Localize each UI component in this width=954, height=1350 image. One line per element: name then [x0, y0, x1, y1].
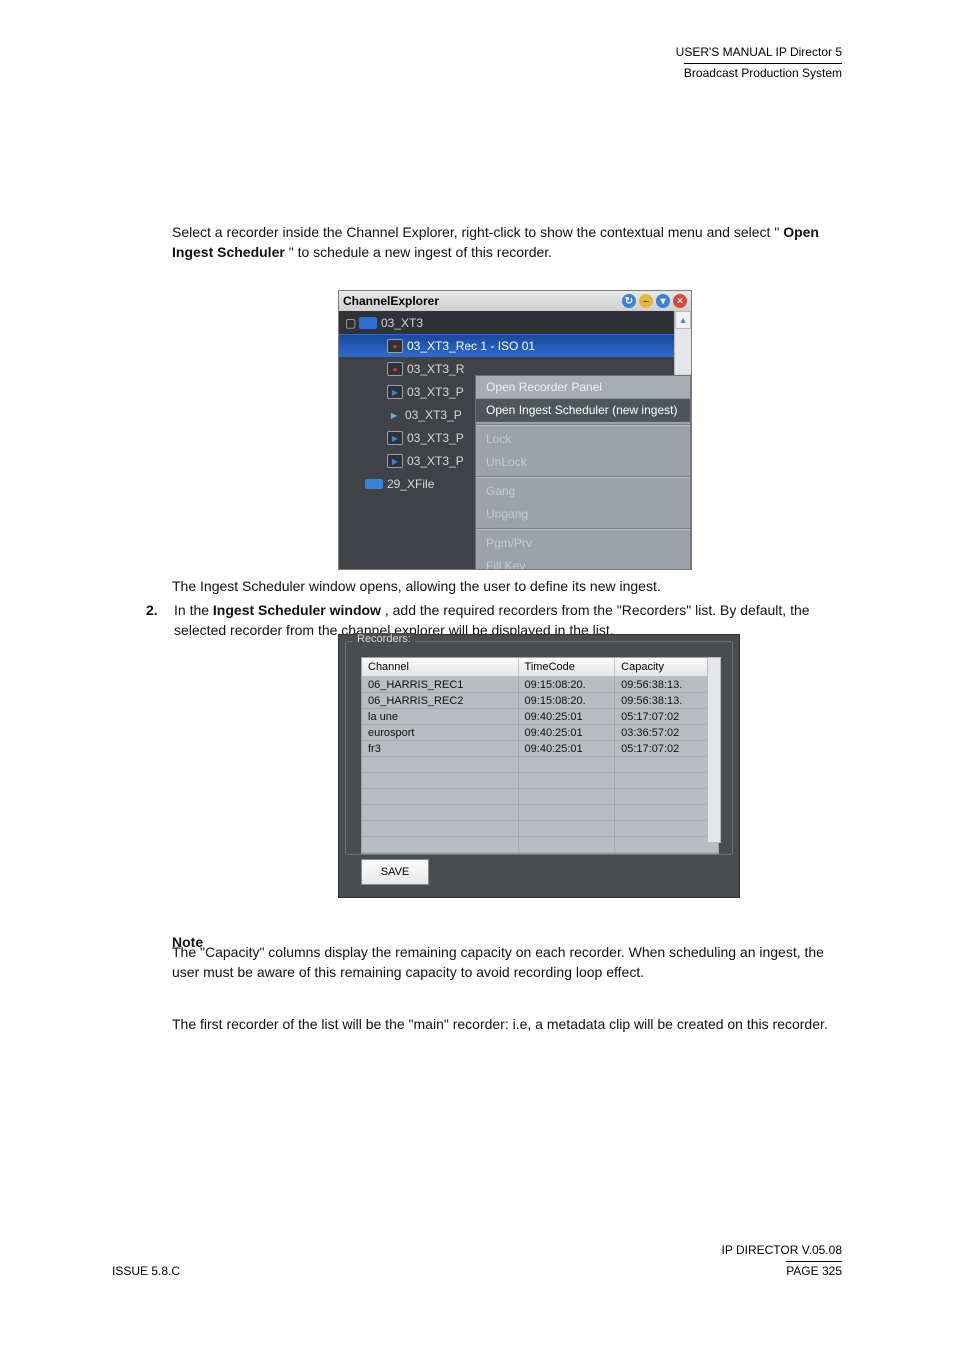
- play-icon: ▶: [387, 454, 403, 468]
- tree-item-label: 03_XT3_Rec 1 - ISO 01: [407, 339, 535, 353]
- intro-paragraph: Select a recorder inside the Channel Exp…: [172, 222, 846, 263]
- channel-tree: ▴ ▢ 03_XT3 ● 03_XT3_Rec 1 - ISO 01 ● 03_…: [339, 311, 691, 569]
- note-2: The first recorder of the list will be t…: [172, 1014, 846, 1034]
- tree-item-label: 03_XT3_P: [407, 454, 464, 468]
- scroll-up-icon[interactable]: ▴: [675, 311, 691, 329]
- tree-item-label: 03_XT3_P: [407, 385, 464, 399]
- table-row[interactable]: la une 09:40:25:01 05:17:07:02: [362, 709, 718, 725]
- close-icon[interactable]: ×: [673, 294, 687, 308]
- device-icon: [359, 317, 377, 329]
- tree-item-label: 03_XT3_P: [405, 408, 462, 422]
- col-channel[interactable]: Channel: [362, 658, 519, 676]
- record-icon: ●: [387, 362, 403, 376]
- ctx-pgmprv[interactable]: Pgm/Prv: [476, 532, 690, 555]
- table-row: [362, 837, 718, 853]
- table-row: [362, 757, 718, 773]
- record-icon: ●: [387, 339, 403, 353]
- page-header: USER'S MANUAL IP Director 5 Broadcast Pr…: [676, 45, 842, 80]
- channel-explorer-title: ChannelExplorer: [343, 294, 439, 308]
- tree-item-label: 03_XT3_P: [407, 431, 464, 445]
- save-button[interactable]: SAVE: [361, 859, 429, 885]
- collapse-icon[interactable]: ▾: [656, 294, 670, 308]
- tree-root[interactable]: ▢ 03_XT3: [339, 311, 691, 334]
- recorders-rows: 06_HARRIS_REC1 09:15:08:20. 09:56:38:13.…: [362, 677, 718, 853]
- recorders-panel: Recorders: Channel TimeCode Capacity 06_…: [338, 634, 740, 898]
- table-row[interactable]: fr3 09:40:25:01 05:17:07:02: [362, 741, 718, 757]
- channel-explorer-screenshot: ChannelExplorer ↻ – ▾ × ▴ ▢ 03_XT3 ● 03_…: [338, 290, 692, 570]
- ctx-separator: [476, 476, 690, 478]
- after-ce-text: The Ingest Scheduler window opens, allow…: [172, 576, 846, 596]
- ctx-lock[interactable]: Lock: [476, 428, 690, 451]
- tree-root-label: 03_XT3: [381, 316, 423, 330]
- tree-item-label: 29_XFile: [387, 477, 434, 491]
- titlebar-buttons: ↻ – ▾ ×: [622, 294, 687, 308]
- tree-item-selected[interactable]: ● 03_XT3_Rec 1 - ISO 01: [339, 334, 691, 357]
- table-row: [362, 821, 718, 837]
- recorders-legend: Recorders:: [353, 633, 415, 645]
- tree-item-label: 03_XT3_R: [407, 362, 464, 376]
- table-row: [362, 773, 718, 789]
- context-menu: Open Recorder Panel Open Ingest Schedule…: [475, 375, 691, 569]
- ctx-separator: [476, 528, 690, 530]
- table-row: [362, 789, 718, 805]
- note-1: The "Capacity" columns display the remai…: [172, 942, 846, 983]
- ctx-unlock[interactable]: UnLock: [476, 451, 690, 474]
- header-line1: USER'S MANUAL IP Director 5: [676, 45, 842, 59]
- ctx-fillkey[interactable]: Fill Key: [476, 555, 690, 569]
- ctx-open-recorder-panel[interactable]: Open Recorder Panel: [476, 376, 690, 399]
- play-icon: ▶: [387, 385, 403, 399]
- ctx-ungang[interactable]: Ungang: [476, 503, 690, 526]
- header-line2: Broadcast Production System: [684, 63, 842, 80]
- step-number: 2.: [146, 600, 174, 620]
- play-icon: ▶: [387, 409, 401, 421]
- table-row[interactable]: 06_HARRIS_REC2 09:15:08:20. 09:56:38:13.: [362, 693, 718, 709]
- footer-page-number: PAGE 325: [786, 1261, 842, 1278]
- col-capacity[interactable]: Capacity: [615, 658, 718, 676]
- ctx-gang[interactable]: Gang: [476, 480, 690, 503]
- expand-icon[interactable]: ▢: [345, 316, 355, 330]
- recorders-scrollbar[interactable]: [707, 657, 721, 843]
- table-row[interactable]: 06_HARRIS_REC1 09:15:08:20. 09:56:38:13.: [362, 677, 718, 693]
- tape-icon: [365, 479, 383, 489]
- ctx-open-ingest-scheduler[interactable]: Open Ingest Scheduler (new ingest): [476, 399, 690, 422]
- recorders-header: Channel TimeCode Capacity: [362, 658, 718, 677]
- table-row[interactable]: eurosport 09:40:25:01 03:36:57:02: [362, 725, 718, 741]
- channel-explorer-titlebar: ChannelExplorer ↻ – ▾ ×: [339, 291, 691, 311]
- table-row: [362, 805, 718, 821]
- footer-left: ISSUE 5.8.C: [112, 1264, 180, 1278]
- recorders-table: Channel TimeCode Capacity 06_HARRIS_REC1…: [361, 657, 719, 854]
- play-icon: ▶: [387, 431, 403, 445]
- page-footer: ISSUE 5.8.C IP DIRECTOR V.05.08 PAGE 325: [112, 1243, 842, 1278]
- ctx-separator: [476, 424, 690, 426]
- refresh-icon[interactable]: ↻: [622, 294, 636, 308]
- col-timecode[interactable]: TimeCode: [519, 658, 616, 676]
- footer-right: IP DIRECTOR V.05.08 PAGE 325: [721, 1243, 842, 1278]
- minimize-icon[interactable]: –: [639, 294, 653, 308]
- footer-right-top: IP DIRECTOR V.05.08: [721, 1243, 842, 1257]
